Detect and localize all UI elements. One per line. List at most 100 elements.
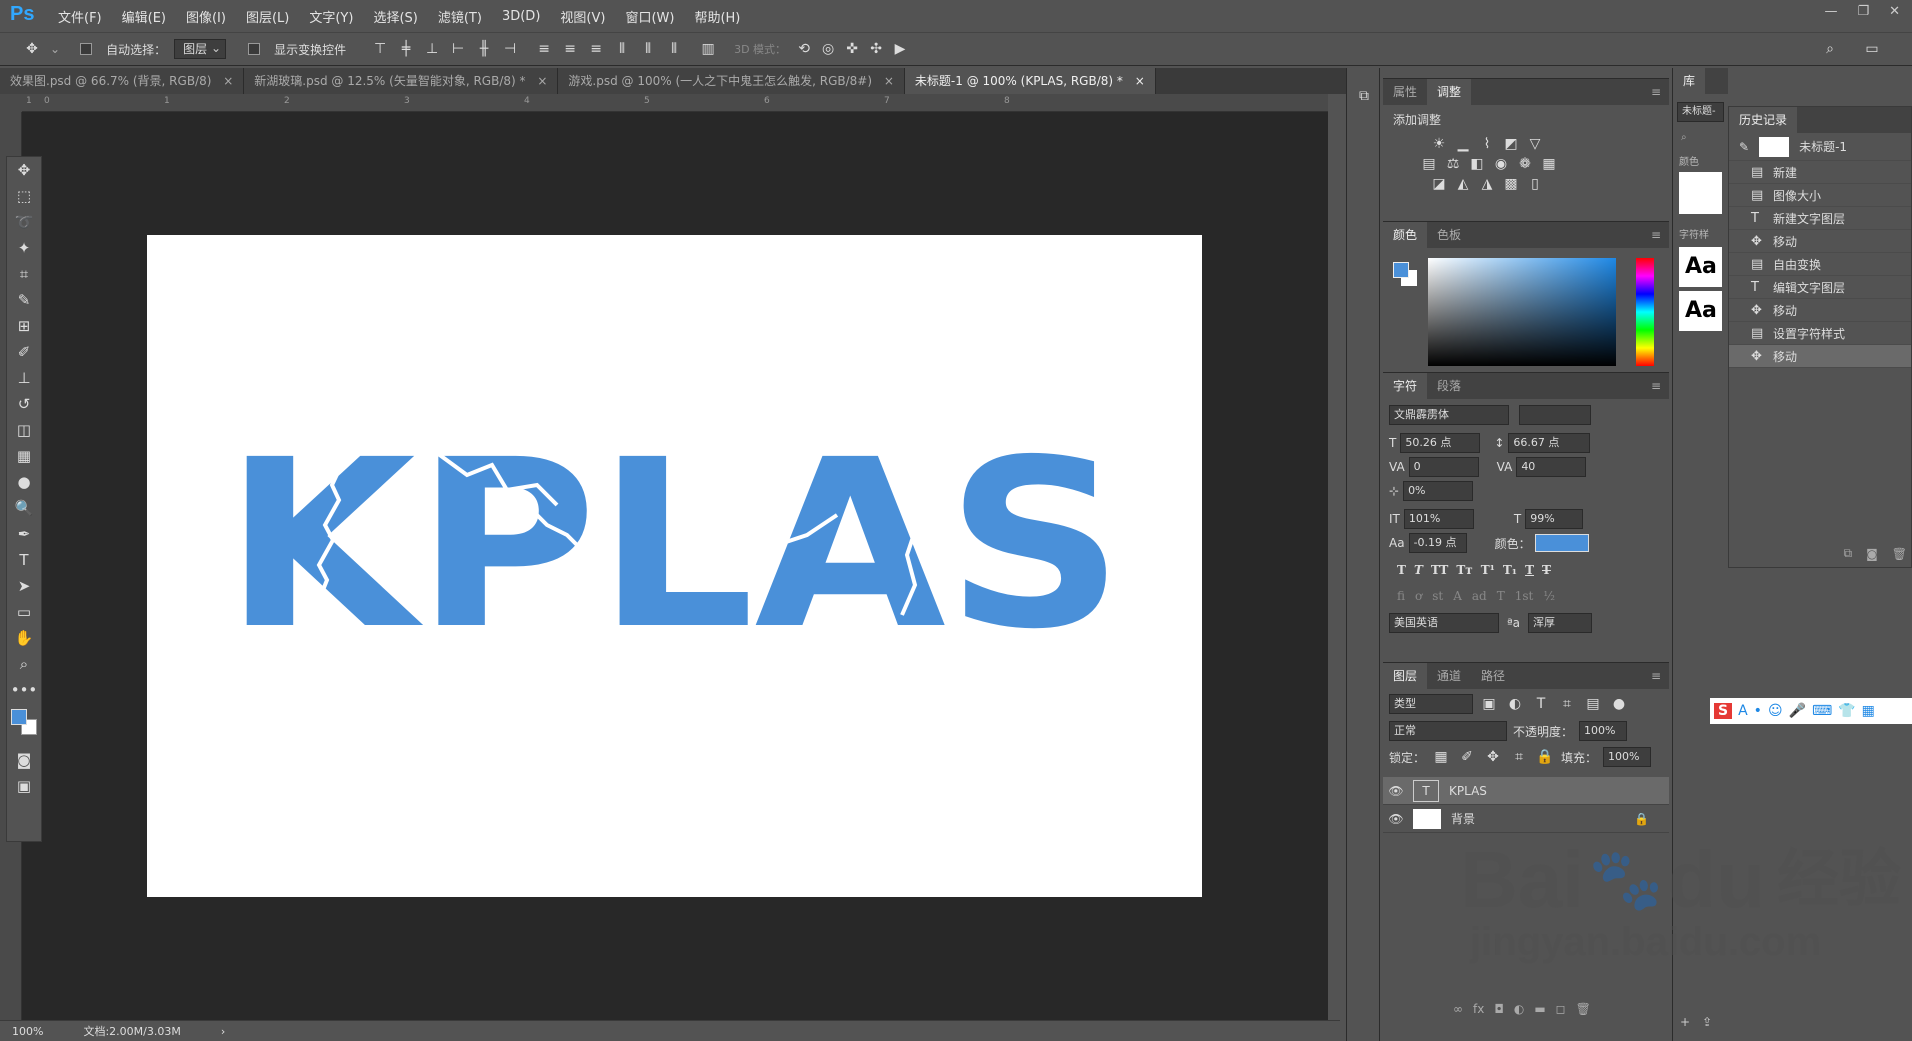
ime-mode-icon[interactable]: A [1738,703,1748,719]
color-swatches[interactable] [7,703,41,747]
kerning-field[interactable]: 0 [1408,457,1479,477]
zoom-tool-icon[interactable]: ⌕ [7,651,41,677]
mask-icon[interactable]: ◘ [1494,1002,1504,1016]
delete-icon[interactable]: 🗑 [1892,547,1907,561]
strikethrough-icon[interactable]: T [1542,563,1551,577]
new-layer-icon[interactable]: ◻ [1556,1002,1566,1016]
fraction-icon[interactable]: ½ [1543,589,1555,603]
menu-item[interactable]: 选择(S) [363,7,427,26]
document-tab[interactable]: 新湖玻璃.psd @ 12.5% (矢量智能对象, RGB/8) * × [244,68,559,94]
magic-wand-icon[interactable]: ✦ [7,235,41,261]
library-color-swatch[interactable] [1679,172,1722,214]
close-tab-icon[interactable]: × [1131,74,1145,88]
quick-mask-icon[interactable]: ◙ [7,747,41,773]
tab-adjustments[interactable]: 调整 [1427,79,1472,105]
history-item[interactable]: T 新建文字图层 [1729,207,1911,230]
filter-shape-icon[interactable]: ⌗ [1557,694,1577,714]
group-icon[interactable]: ▬ [1534,1002,1545,1016]
lasso-tool-icon[interactable]: ➰ [7,209,41,235]
visibility-eye-icon[interactable]: 👁 [1383,812,1409,826]
distribute-right-icon[interactable]: ⫴ [664,39,684,59]
distribute-bottom-icon[interactable]: ≡ [586,39,606,59]
dodge-tool-icon[interactable]: 🔍 [7,495,41,521]
menu-item[interactable]: 文字(Y) [299,7,363,26]
filter-pixel-icon[interactable]: ▣ [1479,694,1499,714]
superscript-icon[interactable]: T¹ [1481,563,1495,577]
align-bottom-icon[interactable]: ⊥ [422,39,442,59]
char-style-2[interactable]: Aa [1679,291,1722,331]
menu-item[interactable]: 视图(V) [550,7,615,26]
swash-icon[interactable]: A [1453,589,1462,603]
proportional-spacing-field[interactable]: 0% [1403,481,1474,501]
more-tools-icon[interactable]: ••• [7,677,41,703]
discretionary-icon[interactable]: st [1432,589,1443,603]
distribute-vcenter-icon[interactable]: ≡ [560,39,580,59]
distribute-hcenter-icon[interactable]: ⫴ [638,39,658,59]
move-tool-icon[interactable]: ✥ [7,157,41,183]
tab-swatches[interactable]: 色板 [1427,222,1471,248]
add-icon[interactable]: + [1680,1015,1690,1029]
opacity-field[interactable]: 100% [1579,721,1628,741]
layer-name[interactable]: KPLAS [1449,784,1487,798]
panel-menu-icon[interactable]: ≡ [1651,669,1661,683]
leading-field[interactable]: 66.67 点 [1508,433,1591,453]
crop-tool-icon[interactable]: ⌗ [7,261,41,287]
close-tab-icon[interactable]: × [219,74,233,88]
sogou-logo-icon[interactable]: S [1714,703,1733,719]
baseline-field[interactable]: -0.19 点 [1408,533,1467,553]
underline-icon[interactable]: T [1525,563,1534,577]
faux-italic-icon[interactable]: T [1414,563,1423,577]
threshold-icon[interactable]: ◮ [1477,174,1497,194]
search-icon[interactable]: ⌕ [1820,39,1840,59]
lock-transparent-icon[interactable]: ▦ [1431,747,1451,767]
photo-filter-icon[interactable]: ◉ [1491,154,1511,174]
titling-icon[interactable]: T [1497,589,1505,603]
history-brush-icon[interactable]: ↺ [7,391,41,417]
library-dropdown[interactable]: 未标题- [1677,102,1724,122]
history-item[interactable]: ✥ 移动 [1729,230,1911,253]
panel-menu-icon[interactable]: ≡ [1651,228,1661,242]
history-item[interactable]: T 编辑文字图层 [1729,276,1911,299]
history-item[interactable]: ✥ 移动 [1729,299,1911,322]
align-vcenter-icon[interactable]: ╪ [396,39,416,59]
layer-row[interactable]: 👁 背景 🔒 [1383,805,1669,833]
history-item[interactable]: ▤ 自由变换 [1729,253,1911,276]
menu-item[interactable]: 编辑(E) [112,7,176,26]
document-canvas[interactable]: KPLAS [147,235,1202,897]
fx-icon[interactable]: fx [1473,1002,1484,1016]
ime-emoji-icon[interactable]: ☺ [1768,703,1783,719]
screen-mode-icon[interactable]: ▣ [7,773,41,799]
document-tab[interactable]: 未标题-1 @ 100% (KPLAS, RGB/8) * × [904,68,1156,94]
distribute-left-icon[interactable]: ⫴ [612,39,632,59]
align-right-icon[interactable]: ⊣ [500,39,520,59]
char-style-1[interactable]: Aa [1679,247,1722,287]
stamp-tool-icon[interactable]: ⊥ [7,365,41,391]
fill-field[interactable]: 100% [1603,747,1652,767]
3d-roll-icon[interactable]: ◎ [818,39,838,59]
tab-layers[interactable]: 图层 [1383,663,1428,689]
all-caps-icon[interactable]: TT [1431,563,1448,577]
show-transform-checkbox[interactable] [248,43,261,55]
layer-filter-dropdown[interactable]: 类型 [1389,694,1473,714]
filter-type-icon[interactable]: T [1531,694,1551,714]
shape-tool-icon[interactable]: ▭ [7,599,41,625]
history-item[interactable]: ✥ 移动 [1729,345,1911,368]
channel-mixer-icon[interactable]: ❁ [1515,154,1535,174]
brush-tool-icon[interactable]: ✐ [7,339,41,365]
hand-tool-icon[interactable]: ✋ [7,625,41,651]
vertical-scale-field[interactable]: 101% [1403,509,1474,529]
menu-item[interactable]: 滤镜(T) [428,7,492,26]
ordinal-icon[interactable]: 1st [1515,589,1534,603]
tab-history[interactable]: 历史记录 [1729,107,1798,133]
filter-toggle-icon[interactable]: ● [1609,694,1629,714]
auto-select-checkbox[interactable] [80,43,93,55]
ime-tools-icon[interactable]: ▦ [1862,703,1875,719]
history-item[interactable]: ▤ 图像大小 [1729,184,1911,207]
curves-icon[interactable]: ⌇ [1477,134,1497,154]
lock-all-icon[interactable]: 🔒 [1535,747,1555,767]
filter-smart-icon[interactable]: ▤ [1583,694,1603,714]
ime-punct-icon[interactable]: • [1754,703,1762,719]
eraser-icon[interactable]: ◫ [7,417,41,443]
color-fg-swatch[interactable] [1393,262,1409,278]
move-tool-icon[interactable]: ✥ [22,39,42,59]
